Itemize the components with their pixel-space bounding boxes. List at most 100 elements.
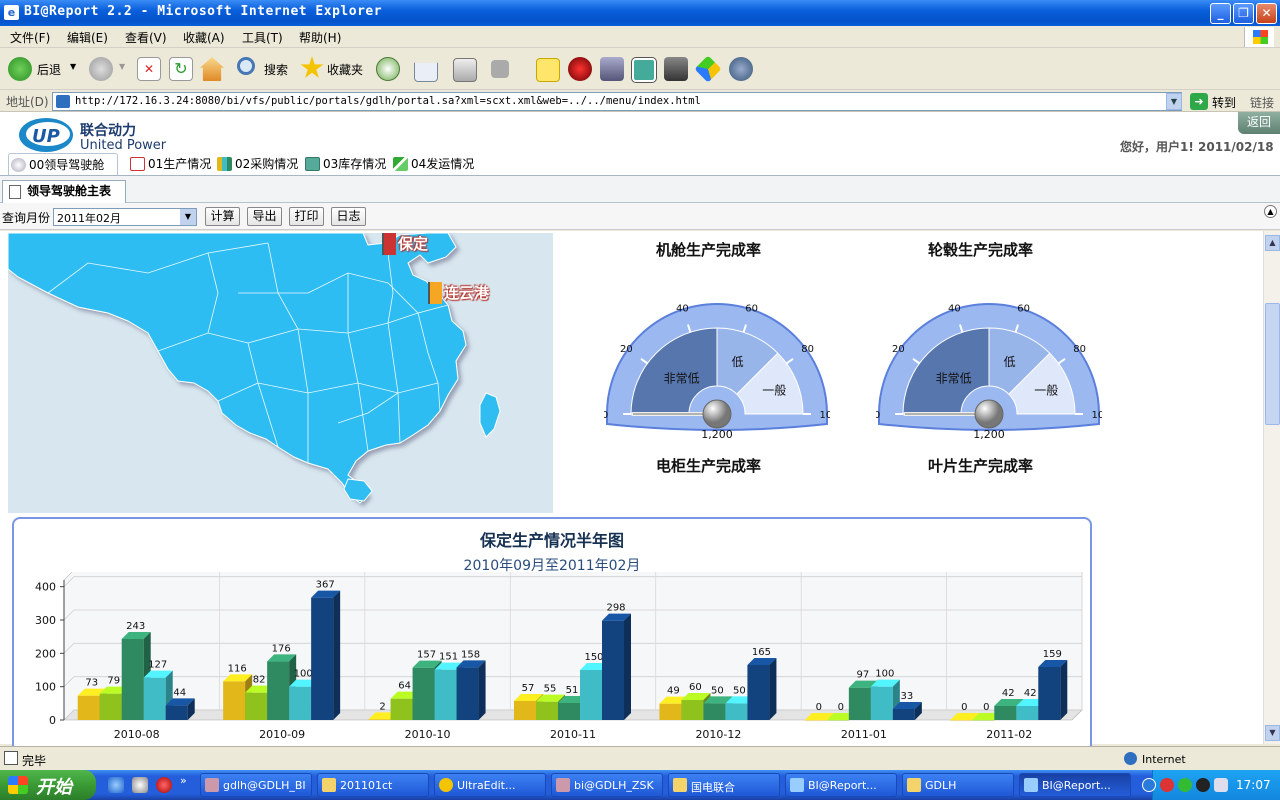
export-button[interactable]: 导出 — [247, 207, 282, 226]
desktop-quicklaunch-icon[interactable] — [132, 777, 148, 793]
chart-data-label: 60 — [689, 682, 702, 693]
line-chart-icon — [393, 157, 408, 171]
stop-icon[interactable]: ✕ — [137, 57, 161, 81]
tab-inventory[interactable]: 03库存情况 — [303, 153, 389, 175]
menu-tools[interactable]: 工具(T) — [242, 29, 283, 46]
tray-volume-icon[interactable] — [1214, 778, 1228, 792]
return-button[interactable]: 返回 — [1238, 112, 1280, 134]
task-gdlh[interactable]: GDLH — [902, 773, 1014, 797]
address-input[interactable]: http://172.16.3.24:8080/bi/vfs/public/po… — [52, 92, 1182, 111]
task-201101ct[interactable]: 201101ct — [317, 773, 429, 797]
title-bar: e BI@Report 2.2 - Microsoft Internet Exp… — [0, 0, 1280, 26]
back-dropdown-icon[interactable]: ▼ — [70, 62, 76, 71]
gauge-tick-label: 40 — [948, 303, 961, 314]
chevron-down-icon[interactable]: ▼ — [180, 209, 196, 225]
minimize-button[interactable]: _ — [1210, 3, 1231, 24]
search-icon[interactable] — [237, 57, 255, 75]
task-guodian[interactable]: 国电联合 — [668, 773, 780, 797]
addon-icon[interactable] — [694, 55, 722, 83]
chart-bar — [223, 681, 246, 720]
chart-data-label: 79 — [107, 676, 120, 687]
chart-bar — [747, 665, 770, 720]
search-label[interactable]: 搜索 — [264, 61, 288, 78]
ie-quicklaunch-icon[interactable] — [108, 777, 124, 793]
tab-production[interactable]: 01生产情况 — [128, 153, 214, 175]
tray-expand-icon[interactable] — [1142, 778, 1156, 792]
subtab-cockpit-main[interactable]: 领导驾驶舱主表 — [2, 180, 126, 203]
tab-label: 00领导驾驶舱 — [29, 158, 105, 172]
menu-edit[interactable]: 编辑(E) — [67, 29, 108, 46]
gauge-tick-label: 80 — [1073, 344, 1086, 355]
log-button[interactable]: 日志 — [331, 207, 366, 226]
task-bi-zsk[interactable]: bi@GDLH_ZSK — [551, 773, 663, 797]
forward-arrow-icon[interactable] — [89, 57, 113, 81]
back-label[interactable]: 后退 — [37, 61, 61, 78]
chart-data-label: 50 — [711, 685, 724, 696]
menu-view[interactable]: 查看(V) — [125, 29, 167, 46]
mail-icon[interactable] — [414, 62, 438, 82]
print-icon[interactable] — [453, 58, 477, 82]
weibo-quicklaunch-icon[interactable] — [156, 777, 172, 793]
chart-bar — [558, 703, 580, 720]
favorites-label[interactable]: 收藏夹 — [327, 61, 363, 78]
collapse-icon[interactable]: ▲ — [1264, 205, 1277, 218]
windows-flag-icon — [8, 776, 28, 794]
history-icon[interactable] — [376, 57, 400, 81]
task-gdlh-bi[interactable]: gdlh@GDLH_BI — [200, 773, 312, 797]
gauge-hub — [974, 399, 1004, 429]
edit-icon[interactable] — [491, 60, 509, 78]
quicklaunch-expand-icon[interactable]: » — [180, 774, 187, 787]
scroll-down-icon[interactable]: ▼ — [1265, 725, 1280, 741]
chart-bar — [412, 667, 435, 720]
tab-shipping[interactable]: 04发运情况 — [391, 153, 481, 175]
go-button[interactable]: 转到 — [1212, 94, 1236, 111]
home-icon[interactable] — [200, 57, 224, 81]
chart-data-label: 33 — [900, 691, 913, 702]
vertical-scrollbar[interactable]: ▲ ▼ — [1263, 231, 1280, 744]
chart-data-label: 116 — [228, 663, 247, 674]
address-dropdown-icon[interactable]: ▼ — [1166, 93, 1182, 110]
menu-help[interactable]: 帮助(H) — [299, 29, 341, 46]
research-icon[interactable] — [600, 57, 624, 81]
messenger-icon[interactable] — [568, 57, 592, 81]
task-bireport-2[interactable]: BI@Report... — [1019, 773, 1131, 797]
close-button[interactable]: ✕ — [1256, 3, 1277, 24]
chart-data-label: 73 — [85, 678, 98, 689]
tray-app-icon[interactable] — [1178, 778, 1192, 792]
compute-button[interactable]: 计算 — [205, 207, 240, 226]
chart-data-label: 127 — [148, 660, 167, 671]
city-baoding[interactable]: 保定 — [382, 233, 428, 255]
gauge-title: 机舱生产完成率 — [656, 241, 762, 259]
print-button[interactable]: 打印 — [289, 207, 324, 226]
refresh-icon[interactable]: ↻ — [169, 57, 193, 81]
page-icon — [56, 95, 70, 108]
tray-qq-icon[interactable] — [1196, 778, 1210, 792]
scroll-up-icon[interactable]: ▲ — [1265, 235, 1280, 251]
query-month-select[interactable]: 2011年02月 ▼ — [53, 208, 197, 226]
scroll-thumb[interactable] — [1265, 303, 1280, 425]
chart-bar — [1038, 667, 1061, 720]
tab-cockpit[interactable]: 00领导驾驶舱 — [8, 153, 118, 175]
links-button[interactable]: 链接 — [1250, 94, 1274, 111]
go-arrow-icon[interactable]: ➜ — [1190, 93, 1208, 110]
favorites-star-icon[interactable] — [300, 56, 324, 78]
back-arrow-icon[interactable] — [8, 57, 32, 81]
image-icon[interactable] — [631, 57, 657, 83]
task-ultraedit[interactable]: UltraEdit... — [434, 773, 546, 797]
gauge-band-label: 低 — [1004, 355, 1016, 369]
tool-icon[interactable] — [664, 57, 688, 81]
forward-dropdown-icon[interactable]: ▼ — [119, 62, 125, 71]
tray-app-icon[interactable] — [1160, 778, 1174, 792]
contacts-icon[interactable] — [729, 57, 753, 81]
tab-purchase[interactable]: 02采购情况 — [215, 153, 301, 175]
maximize-button[interactable]: ❐ — [1233, 3, 1254, 24]
menu-file[interactable]: 文件(F) — [10, 29, 50, 46]
start-button[interactable]: 开始 — [0, 770, 96, 800]
note-icon[interactable] — [536, 58, 560, 82]
chart-bar — [1016, 706, 1039, 720]
chart-data-label: 55 — [544, 684, 557, 695]
menu-favorites[interactable]: 收藏(A) — [183, 29, 225, 46]
city-lianyungang[interactable]: 连云港 — [428, 282, 489, 304]
task-bireport-1[interactable]: BI@Report... — [785, 773, 897, 797]
page-status-icon — [4, 751, 18, 765]
